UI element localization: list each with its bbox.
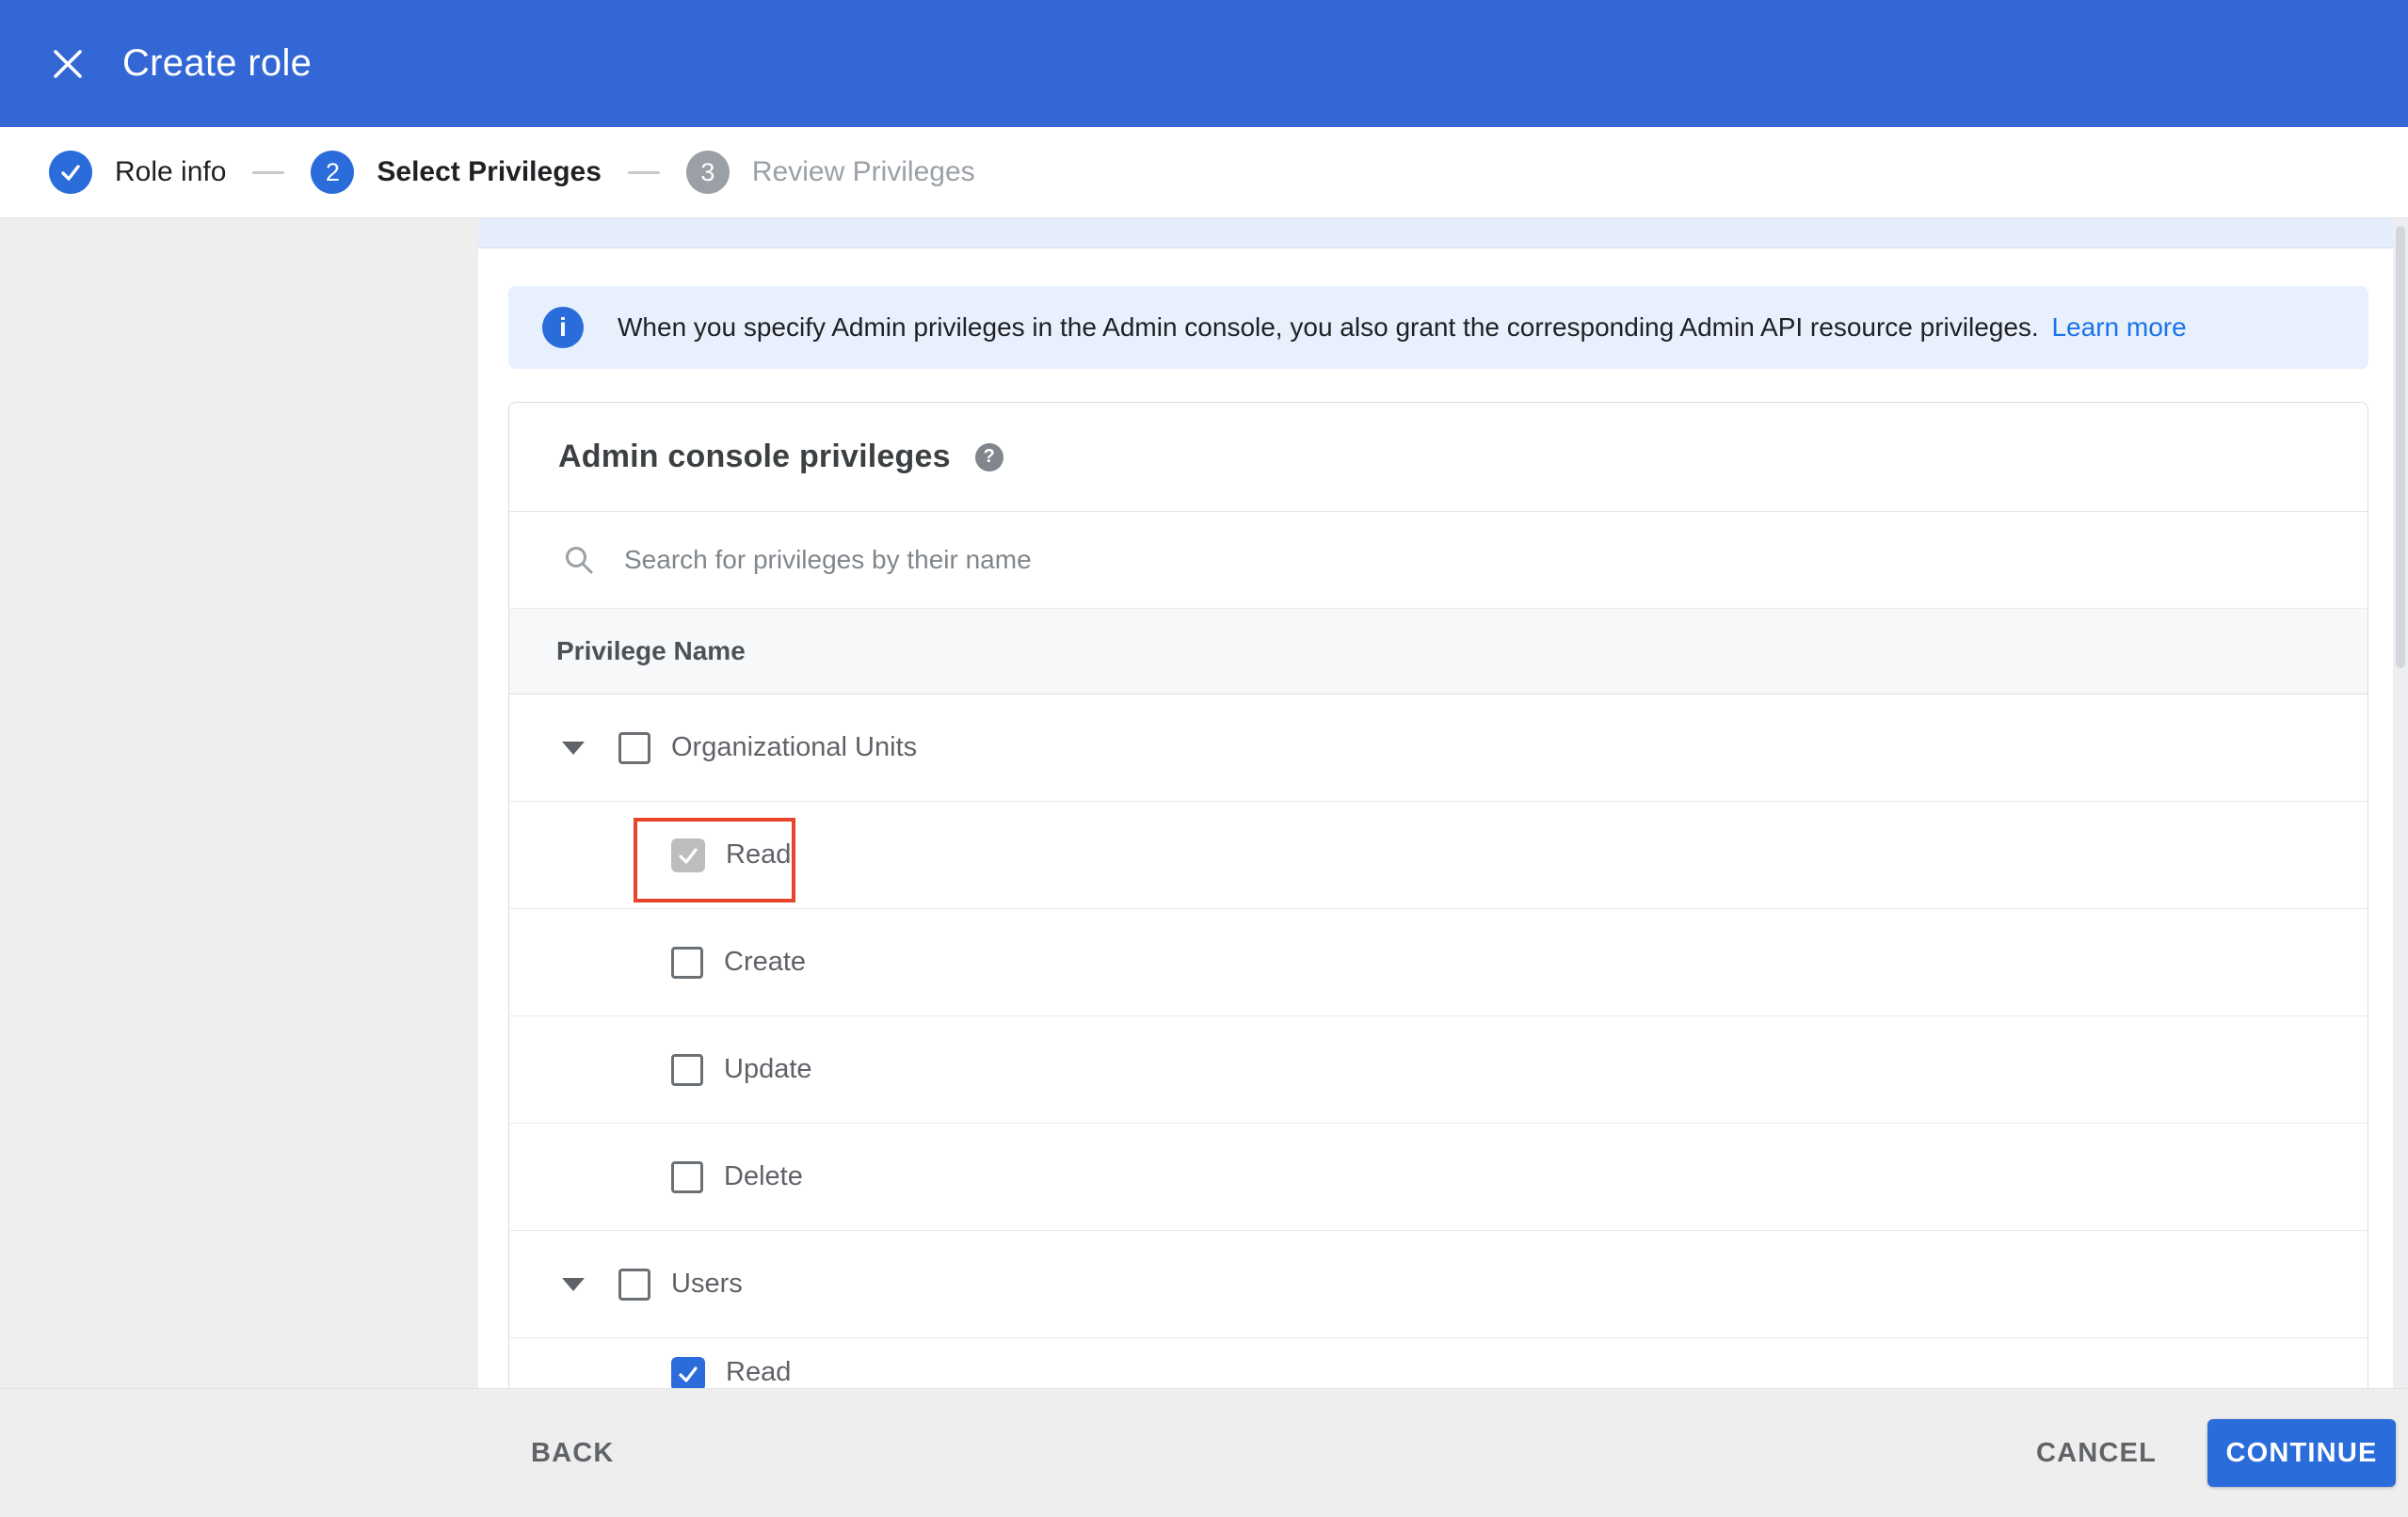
page-title: Create role xyxy=(122,42,313,84)
privilege-label: Create xyxy=(724,947,807,977)
step-number-badge: 3 xyxy=(685,151,730,194)
privilege-label: Users xyxy=(671,1269,743,1299)
banner-message: When you specify Admin privileges in the… xyxy=(618,312,2039,342)
back-button[interactable]: BACK xyxy=(531,1438,615,1469)
privileges-search-row xyxy=(509,512,2368,608)
expand-arrow-icon[interactable] xyxy=(562,1277,585,1291)
cancel-button[interactable]: CANCEL xyxy=(2036,1438,2157,1469)
admin-console-privileges-card: Admin console privileges ? Privilege Nam… xyxy=(508,402,2368,1388)
step-separator xyxy=(627,170,660,174)
privilege-row-organizational-units: Organizational Units xyxy=(509,695,2368,802)
banner-text: When you specify Admin privileges in the… xyxy=(618,312,2187,343)
expand-arrow-icon[interactable] xyxy=(562,741,585,755)
step-role-info[interactable]: Role info xyxy=(49,151,226,194)
step-select-privileges[interactable]: 2 Select Privileges xyxy=(311,151,602,194)
privilege-row-users: Users xyxy=(509,1231,2368,1338)
step-label: Select Privileges xyxy=(377,156,602,187)
info-icon: i xyxy=(542,307,584,348)
privilege-row-create: Create xyxy=(509,909,2368,1016)
vertical-scrollbar[interactable] xyxy=(2393,218,2408,1388)
privilege-label: Organizational Units xyxy=(671,732,918,762)
privilege-row-delete: Delete xyxy=(509,1124,2368,1231)
step-review-privileges[interactable]: 3 Review Privileges xyxy=(685,151,975,194)
checkbox-delete[interactable] xyxy=(671,1160,703,1193)
checkbox-organizational-units[interactable] xyxy=(618,731,650,764)
privilege-label: Read xyxy=(726,1357,792,1387)
privilege-name-column-header: Privilege Name xyxy=(509,608,2368,695)
privilege-row-read: Read xyxy=(509,802,2368,909)
privilege-label: Read xyxy=(726,839,792,870)
privilege-label: Delete xyxy=(724,1161,803,1191)
step-label: Role info xyxy=(115,156,227,187)
search-icon xyxy=(566,547,593,574)
close-x-glyph xyxy=(54,49,82,78)
close-icon[interactable] xyxy=(45,41,90,87)
help-icon[interactable]: ? xyxy=(974,442,1003,471)
learn-more-link[interactable]: Learn more xyxy=(2051,312,2186,342)
checkbox-read-checked-disabled[interactable] xyxy=(671,838,705,872)
content-top-strip xyxy=(478,218,2393,248)
step-complete-check-icon xyxy=(49,151,92,194)
left-gutter-panel xyxy=(0,218,478,1388)
dialog-body: i When you specify Admin privileges in t… xyxy=(0,218,2408,1388)
card-title: Admin console privileges xyxy=(558,439,951,474)
checkbox-users[interactable] xyxy=(618,1268,650,1301)
step-label: Review Privileges xyxy=(751,156,975,187)
card-heading: Admin console privileges ? xyxy=(509,403,2368,512)
checkbox-create[interactable] xyxy=(671,946,703,979)
privileges-search-input[interactable] xyxy=(624,545,1942,575)
admin-privileges-info-banner: i When you specify Admin privileges in t… xyxy=(508,286,2368,369)
footer-action-bar: BACK CANCEL CONTINUE xyxy=(0,1388,2408,1517)
privilege-row-update: Update xyxy=(509,1016,2368,1124)
scrollbar-thumb[interactable] xyxy=(2396,226,2405,668)
privilege-label: Update xyxy=(724,1054,812,1084)
step-separator xyxy=(252,170,285,174)
create-role-dialog: Create role Role info 2 Select Privilege… xyxy=(0,0,2408,1517)
footer-right-actions: CANCEL CONTINUE xyxy=(2036,1419,2396,1487)
step-number-badge: 2 xyxy=(311,151,355,194)
checkbox-users-read-checked[interactable] xyxy=(671,1357,705,1388)
app-bar: Create role xyxy=(0,0,2408,127)
checkbox-update[interactable] xyxy=(671,1053,703,1086)
stepper: Role info 2 Select Privileges 3 Review P… xyxy=(0,127,2408,218)
privilege-row-users-read: Read xyxy=(509,1338,2368,1388)
continue-button[interactable]: CONTINUE xyxy=(2207,1419,2396,1487)
